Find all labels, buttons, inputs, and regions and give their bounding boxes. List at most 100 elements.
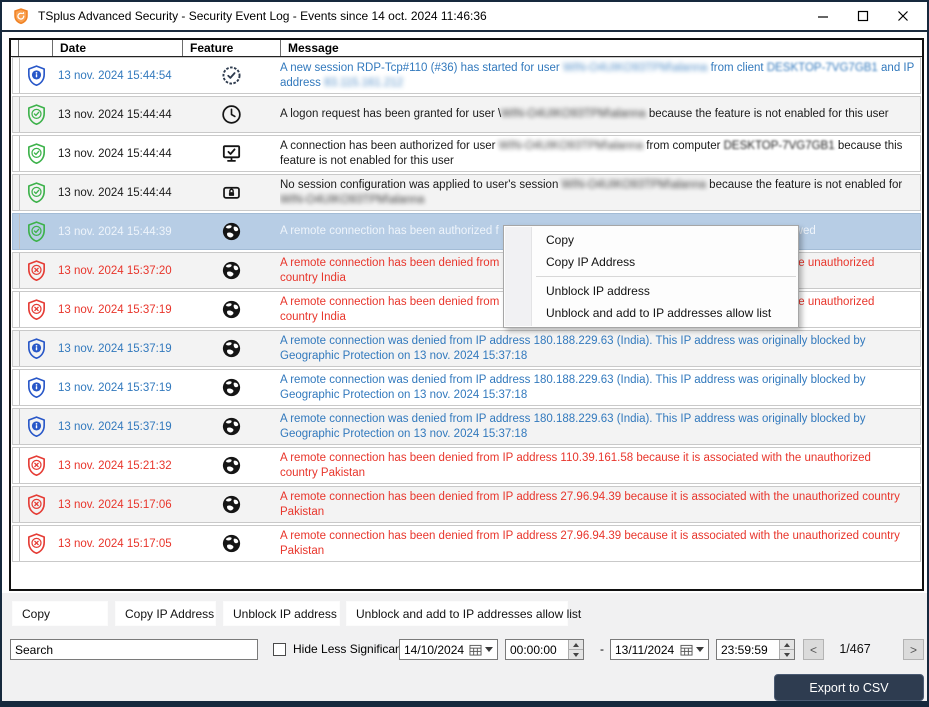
arrow-up-icon — [573, 643, 579, 647]
shield-check-icon — [20, 97, 53, 132]
event-date: 13 nov. 2024 15:37:19 — [53, 331, 182, 366]
shield-info-icon — [20, 331, 53, 366]
event-message: A remote connection has been denied from… — [280, 448, 920, 483]
hide-less-significant-checkbox[interactable] — [273, 643, 286, 656]
time-from-spinner[interactable]: 00:00:00 — [505, 639, 584, 660]
event-message: A connection has been authorized for use… — [280, 136, 920, 171]
app-window: TSplus Advanced Security - Security Even… — [0, 0, 929, 707]
event-date: 13 nov. 2024 15:37:19 — [53, 370, 182, 405]
close-icon — [897, 10, 909, 22]
event-date: 13 nov. 2024 15:37:19 — [53, 409, 182, 444]
context-menu: Copy Copy IP Address Unblock IP address … — [503, 225, 799, 328]
context-menu-item-unblock-allowlist[interactable]: Unblock and add to IP addresses allow li… — [504, 302, 798, 324]
redacted-text: WIN-O4UIKO93TPM\alanna — [563, 62, 707, 74]
clock-icon — [182, 97, 280, 132]
event-row[interactable]: 13 nov. 2024 15:21:32 A remote connectio… — [12, 447, 921, 484]
event-message: A remote connection has been denied from… — [280, 526, 920, 561]
lock-icon — [182, 175, 280, 210]
row-header-cell — [13, 409, 20, 444]
event-row[interactable]: 13 nov. 2024 15:44:44 A logon request ha… — [12, 96, 921, 133]
shield-check-icon — [20, 136, 53, 171]
event-message: No session configuration was applied to … — [280, 175, 920, 210]
event-date: 13 nov. 2024 15:21:32 — [53, 448, 182, 483]
spin-up-button[interactable] — [780, 640, 794, 650]
event-row[interactable]: 13 nov. 2024 15:17:05 A remote connectio… — [12, 525, 921, 562]
row-header-cell — [13, 175, 20, 210]
hide-less-significant-label[interactable]: Hide Less Significant — [293, 642, 405, 656]
globe-icon — [182, 409, 280, 444]
shield-check-icon — [20, 175, 53, 210]
globe-icon — [182, 448, 280, 483]
row-header-cell — [13, 58, 20, 93]
chevron-down-icon — [485, 647, 493, 652]
minimize-button[interactable] — [803, 3, 843, 29]
feature-column-header[interactable]: Feature — [183, 40, 281, 56]
date-to-value: 13/11/2024 — [615, 643, 680, 657]
arrow-up-icon — [784, 643, 790, 647]
context-menu-item-copy[interactable]: Copy — [504, 229, 798, 251]
event-row[interactable]: 13 nov. 2024 15:44:44 A connection has b… — [12, 135, 921, 172]
redacted-text: WIN-O4UIKO93TPM\alanna — [280, 194, 424, 206]
bottom-panel: Copy Copy IP Address Unblock IP address … — [2, 593, 927, 701]
globe-icon — [182, 331, 280, 366]
copy-button[interactable]: Copy — [12, 601, 108, 626]
search-input[interactable] — [10, 639, 258, 660]
redacted-text: DESKTOP-7VG7GB1 — [767, 62, 878, 74]
maximize-button[interactable] — [843, 3, 883, 29]
arrow-down-icon — [784, 653, 790, 657]
titlebar: TSplus Advanced Security - Security Even… — [2, 2, 927, 32]
row-header-cell — [13, 370, 20, 405]
copy-ip-address-button[interactable]: Copy IP Address — [115, 601, 216, 626]
row-header-cell — [13, 214, 20, 249]
globe-icon — [182, 253, 280, 288]
row-header-cell — [13, 526, 20, 561]
event-date: 13 nov. 2024 15:37:20 — [53, 253, 182, 288]
event-date: 13 nov. 2024 15:17:05 — [53, 526, 182, 561]
event-date: 13 nov. 2024 15:44:44 — [53, 175, 182, 210]
previous-page-button[interactable]: < — [803, 639, 824, 660]
date-column-header[interactable]: Date — [53, 40, 183, 56]
event-message: A remote connection was denied from IP a… — [280, 370, 920, 405]
event-row[interactable]: 13 nov. 2024 15:37:19 A remote connectio… — [12, 330, 921, 367]
event-row[interactable]: 13 nov. 2024 15:37:19 A remote connectio… — [12, 408, 921, 445]
redacted-text: WIN-O4UIKO93TPM\alanna — [499, 140, 643, 152]
shield-deny-icon — [20, 448, 53, 483]
event-date: 13 nov. 2024 15:37:19 — [53, 292, 182, 327]
shield-info-icon — [20, 370, 53, 405]
monitor-check-icon — [182, 136, 280, 171]
next-page-button[interactable]: > — [903, 639, 924, 660]
event-row[interactable]: 13 nov. 2024 15:37:19 A remote connectio… — [12, 369, 921, 406]
time-to-spinner[interactable]: 23:59:59 — [716, 639, 795, 660]
spin-down-button[interactable] — [780, 650, 794, 659]
event-row[interactable]: 13 nov. 2024 15:44:44 No session configu… — [12, 174, 921, 211]
date-to-picker[interactable]: 13/11/2024 — [610, 639, 709, 660]
tsplus-shield-logo-icon — [12, 7, 30, 25]
event-row[interactable]: 13 nov. 2024 15:17:06 A remote connectio… — [12, 486, 921, 523]
event-row[interactable]: 13 nov. 2024 15:44:54 A new session RDP-… — [12, 57, 921, 94]
shield-deny-icon — [20, 253, 53, 288]
row-header-cell — [13, 292, 20, 327]
context-menu-item-copy-ip[interactable]: Copy IP Address — [504, 251, 798, 273]
date-from-value: 14/10/2024 — [404, 643, 469, 657]
time-to-value: 23:59:59 — [721, 643, 779, 657]
globe-icon — [182, 214, 280, 249]
row-header-cell — [13, 97, 20, 132]
unblock-ip-address-button[interactable]: Unblock IP address — [223, 601, 340, 626]
row-header-cell — [13, 331, 20, 366]
row-header-column — [11, 40, 19, 56]
unblock-allowlist-button[interactable]: Unblock and add to IP addresses allow li… — [346, 601, 568, 626]
event-table-header: Date Feature Message — [11, 40, 922, 57]
message-column-header[interactable]: Message — [281, 40, 922, 56]
export-to-csv-button[interactable]: Export to CSV — [774, 674, 924, 701]
shield-deny-icon — [20, 292, 53, 327]
spin-down-button[interactable] — [569, 650, 583, 659]
date-from-picker[interactable]: 14/10/2024 — [399, 639, 498, 660]
calendar-icon — [469, 644, 482, 656]
close-button[interactable] — [883, 3, 923, 29]
redacted-text: WIN-O4UIKO93TPM\alanna — [501, 108, 645, 120]
spin-up-button[interactable] — [569, 640, 583, 650]
shield-deny-icon — [20, 526, 53, 561]
maximize-icon — [857, 10, 869, 22]
row-header-cell — [13, 136, 20, 171]
context-menu-item-unblock-ip[interactable]: Unblock IP address — [504, 280, 798, 302]
